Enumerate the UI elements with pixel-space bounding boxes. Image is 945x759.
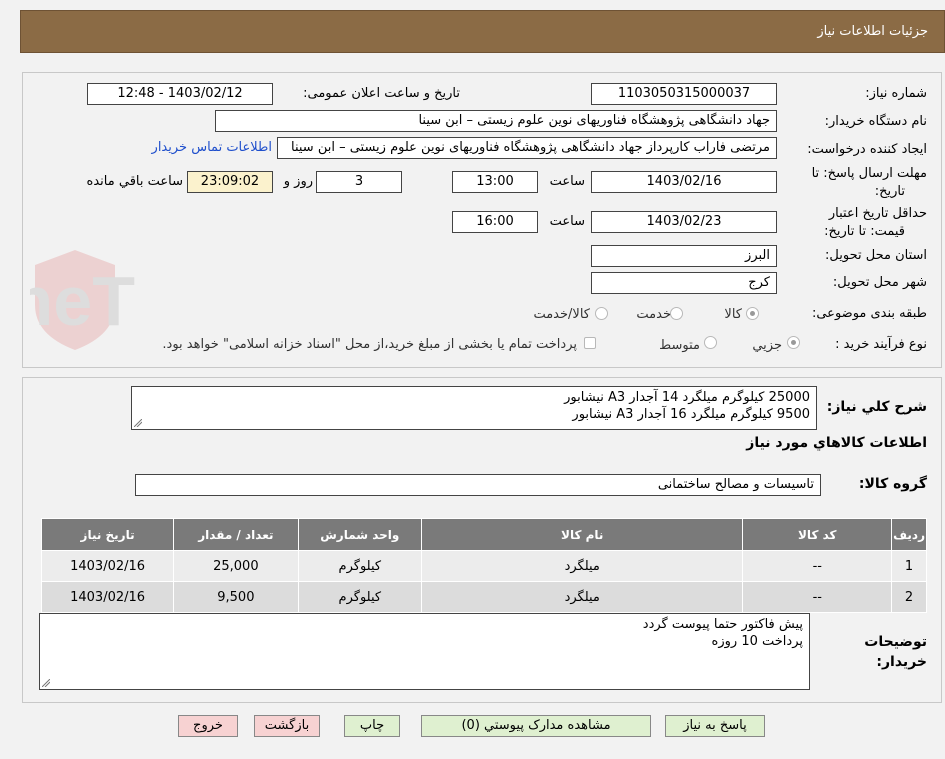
goods-group-label: گروه کالا: <box>858 476 927 492</box>
cell-unit: کیلوگرم <box>297 550 423 582</box>
cell-need-date: 1403/02/16 <box>40 581 175 613</box>
col-header-name: نام کالا <box>421 518 744 551</box>
announce-datetime-field: 1403/02/12 - 12:48 <box>87 83 273 105</box>
cell-row-no: 2 <box>891 581 927 613</box>
buyer-org-field: جهاد دانشگاهی پژوهشگاه فناوریهای نوین عل… <box>215 110 777 132</box>
process-medium-label: متوسط <box>659 338 700 353</box>
goods-group-field: تاسیسات و مصالح ساختمانی <box>135 474 821 496</box>
deadline-date-field: 1403/02/16 <box>591 171 777 193</box>
province-field: البرز <box>591 245 777 267</box>
validity-label-2: قیمت: تا تاریخ: <box>824 224 905 239</box>
days-field: 3 <box>316 171 402 193</box>
requester-field: مرتضی فاراب کارپرداز جهاد دانشگاهی پژوهش… <box>277 137 777 159</box>
process-minor-radio[interactable] <box>787 336 800 349</box>
resize-grip-icon[interactable] <box>42 679 50 687</box>
back-button[interactable]: بازگشت <box>254 715 320 737</box>
treasury-payment-checkbox[interactable] <box>584 337 596 349</box>
cell-unit: کیلوگرم <box>297 581 423 613</box>
buyer-notes-label-2: خریدار: <box>876 654 927 670</box>
process-label: نوع فرآیند خرید : <box>835 337 927 352</box>
summary-line-2: 9500 کیلوگرم میلگرد 16 آجدار A3 نیشابور <box>572 407 810 422</box>
province-label: استان محل تحویل: <box>825 248 927 263</box>
deadline-time-field: 13:00 <box>452 171 538 193</box>
buyer-notes-textarea[interactable]: پیش فاکتور حتما پیوست گردد پرداخت 10 روز… <box>39 613 810 690</box>
cell-name: میلگرد <box>421 550 744 582</box>
need-number-field: 1103050315000037 <box>591 83 777 105</box>
category-label: طبقه بندی موضوعی: <box>811 306 927 321</box>
cell-need-date: 1403/02/16 <box>40 550 175 582</box>
reply-button[interactable]: پاسخ به نیاز <box>665 715 765 737</box>
category-goods-service-label: کالا/خدمت <box>533 307 590 322</box>
page-title: جزئیات اطلاعات نیاز <box>817 24 928 39</box>
table-row: 1 -- میلگرد کیلوگرم 25,000 1403/02/16 <box>40 550 927 582</box>
cell-code: -- <box>742 581 893 613</box>
process-minor-label: جزیي <box>752 338 782 353</box>
category-service-radio[interactable] <box>670 307 683 320</box>
buyer-notes-label: توضیحات <box>864 634 927 650</box>
buyer-notes-line-1: پیش فاکتور حتما پیوست گردد <box>642 617 803 632</box>
remaining-time-field: 23:09:02 <box>187 171 273 193</box>
validity-date-field: 1403/02/23 <box>591 211 777 233</box>
remaining-label: ساعت باقي مانده <box>86 174 183 189</box>
announce-label: تاریخ و ساعت اعلان عمومی: <box>303 86 460 101</box>
cell-name: میلگرد <box>421 581 744 613</box>
col-header-code: کد کالا <box>742 518 893 551</box>
deadline-label: مهلت ارسال پاسخ: تا <box>811 166 927 181</box>
table-header-row: ردیف کد کالا نام کالا واحد شمارش تعداد /… <box>40 518 927 551</box>
col-header-unit: واحد شمارش <box>297 518 423 551</box>
validity-label: حداقل تاریخ اعتبار <box>828 206 927 221</box>
category-goods-label: کالا <box>724 307 742 322</box>
cell-code: -- <box>742 550 893 582</box>
goods-info-title: اطلاعات کالاهاي مورد نیاز <box>746 435 927 451</box>
city-field: کرج <box>591 272 777 294</box>
cell-quantity: 25,000 <box>173 550 299 582</box>
category-goods-service-radio[interactable] <box>595 307 608 320</box>
goods-table: ردیف کد کالا نام کالا واحد شمارش تعداد /… <box>40 518 927 613</box>
exit-button[interactable]: خروج <box>178 715 238 737</box>
page-header: جزئیات اطلاعات نیاز <box>20 10 945 53</box>
days-label: روز و <box>283 174 313 189</box>
process-medium-radio[interactable] <box>704 336 717 349</box>
summary-textarea[interactable]: 25000 کیلوگرم میلگرد 14 آجدار A3 نیشابور… <box>131 386 817 430</box>
view-attachments-button[interactable]: مشاهده مدارک پیوستي (0) <box>421 715 651 737</box>
cell-quantity: 9,500 <box>173 581 299 613</box>
cell-row-no: 1 <box>891 550 927 582</box>
resize-grip-icon[interactable] <box>134 419 142 427</box>
buyer-contact-link[interactable]: اطلاعات تماس خریدار <box>152 140 272 155</box>
category-service-label: خدمت <box>636 307 671 322</box>
summary-label: شرح کلي نیاز: <box>826 399 927 415</box>
table-row: 2 -- میلگرد کیلوگرم 9,500 1403/02/16 <box>40 581 927 613</box>
buyer-org-label: نام دستگاه خریدار: <box>824 114 927 129</box>
validity-hour-label: ساعت <box>549 214 585 229</box>
col-header-need-date: تاریخ نیاز <box>40 518 175 551</box>
validity-time-field: 16:00 <box>452 211 538 233</box>
city-label: شهر محل تحویل: <box>832 275 927 290</box>
category-goods-radio[interactable] <box>746 307 759 320</box>
col-header-row-no: ردیف <box>891 518 927 551</box>
col-header-quantity: تعداد / مقدار <box>173 518 299 551</box>
buyer-notes-line-2: پرداخت 10 روزه <box>711 634 803 649</box>
deadline-label-2: تاریخ: <box>874 184 905 199</box>
need-number-label: شماره نیاز: <box>865 86 927 101</box>
requester-label: ایجاد کننده درخواست: <box>807 142 927 157</box>
watermark-text: AriaTender.neT <box>30 262 135 340</box>
print-button[interactable]: چاپ <box>344 715 400 737</box>
summary-line-1: 25000 کیلوگرم میلگرد 14 آجدار A3 نیشابور <box>564 390 810 405</box>
deadline-hour-label: ساعت <box>549 174 585 189</box>
treasury-payment-note: پرداخت تمام یا بخشی از مبلغ خرید،از محل … <box>162 337 577 352</box>
